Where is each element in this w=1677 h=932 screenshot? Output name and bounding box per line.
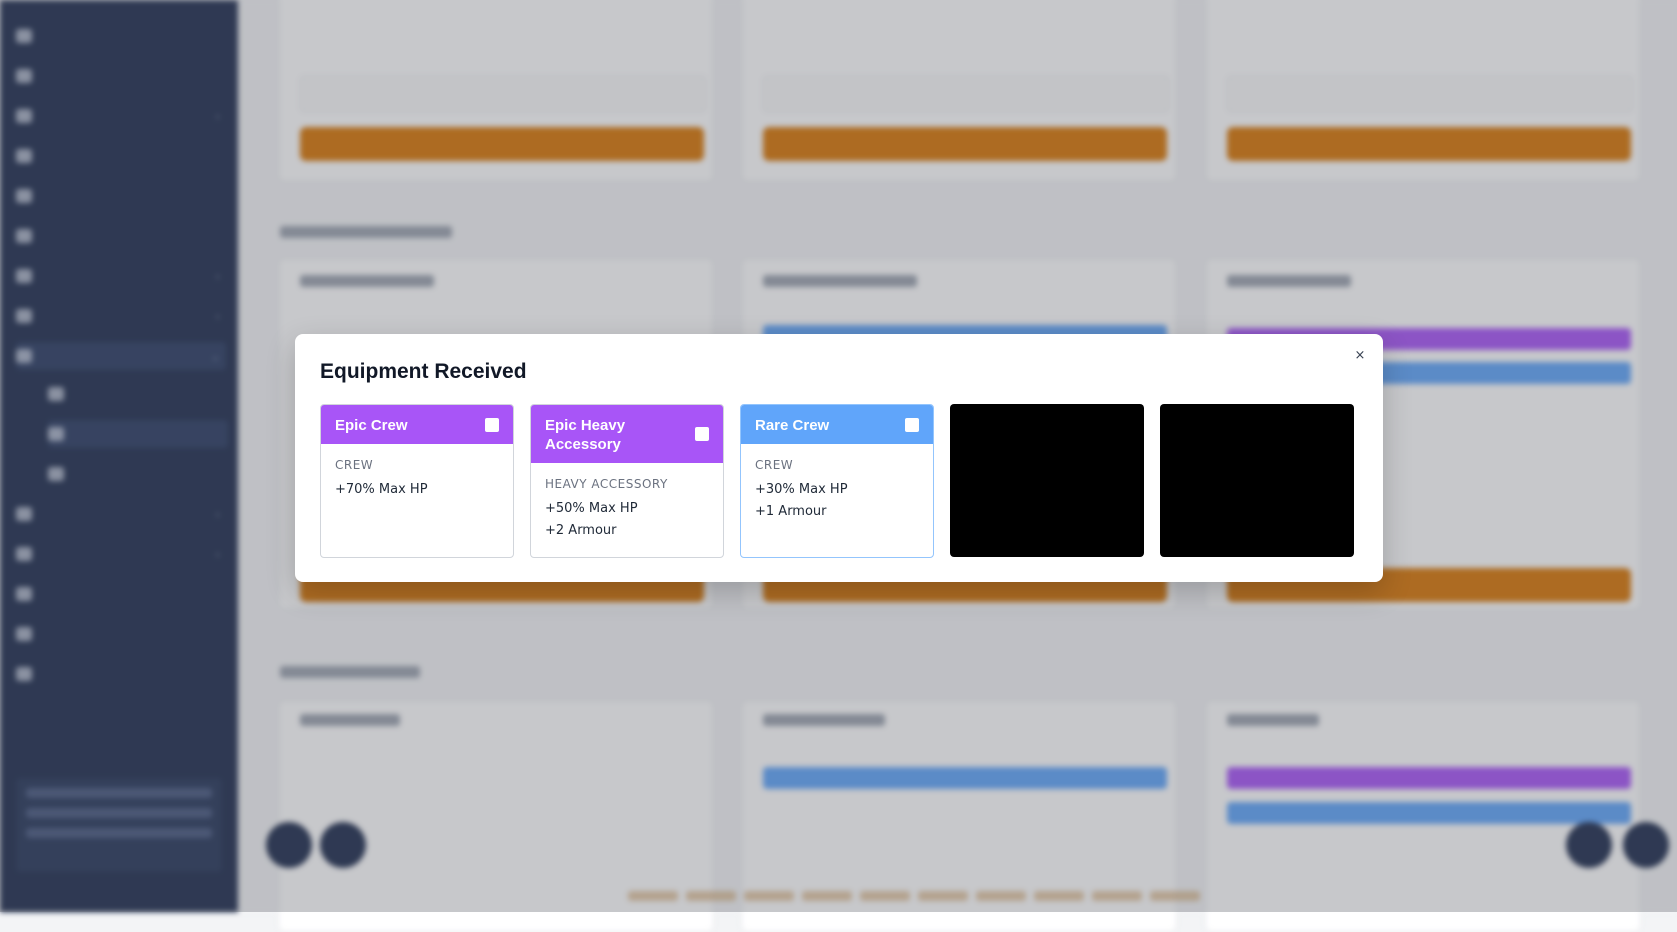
equipment-card[interactable]: Rare Crew CREW +30% Max HP +1 Armour	[740, 404, 934, 558]
select-checkbox[interactable]	[695, 427, 709, 441]
modal-title: Equipment Received	[320, 360, 527, 383]
close-icon[interactable]: ×	[1352, 348, 1368, 364]
equipment-stat: +50% Max HP	[545, 501, 638, 516]
equipment-card[interactable]: Epic Crew CREW +70% Max HP	[320, 404, 514, 558]
equipment-name: Epic Crew	[335, 417, 408, 434]
equipment-stat: +2 Armour	[545, 523, 617, 538]
equipment-name: Epic Heavy Accessory	[545, 417, 626, 453]
equipment-card-header: Rare Crew	[741, 405, 933, 444]
equipment-type: CREW	[335, 458, 374, 472]
equipment-card-header: Epic Heavy Accessory	[531, 405, 723, 463]
equipment-stat: +1 Armour	[755, 504, 827, 519]
equipment-stat: +30% Max HP	[755, 482, 848, 497]
equipment-card-header: Epic Crew	[321, 405, 513, 444]
equipment-type: CREW	[755, 458, 794, 472]
hidden-equipment-slot	[1160, 404, 1354, 557]
select-checkbox[interactable]	[485, 417, 499, 432]
select-checkbox[interactable]	[905, 417, 919, 432]
hidden-equipment-slot	[950, 404, 1144, 557]
equipment-card[interactable]: Epic Heavy Accessory HEAVY ACCESSORY +50…	[530, 404, 724, 558]
equipment-received-modal: Equipment Received × Epic Crew CREW +70%…	[295, 334, 1383, 582]
equipment-stat: +70% Max HP	[335, 482, 428, 497]
equipment-name: Rare Crew	[755, 417, 830, 434]
equipment-type: HEAVY ACCESSORY	[545, 477, 668, 491]
